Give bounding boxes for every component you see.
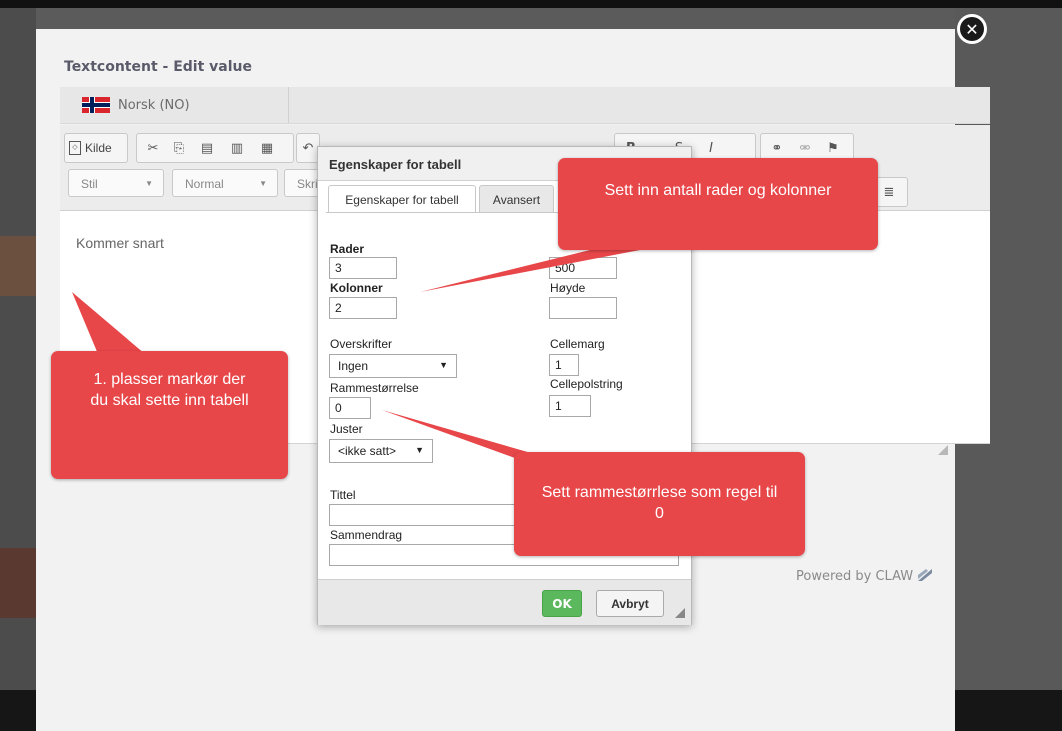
rows-callout-pointer [420, 250, 640, 292]
cursor-callout: 1. plasser markør der du skal sette inn … [51, 351, 288, 479]
cursor-callout-pointer [72, 292, 145, 354]
border-callout: Sett rammestørrlese som regel til 0 [514, 452, 805, 556]
rows-columns-callout: Sett inn antall rader og kolonner [558, 158, 878, 250]
